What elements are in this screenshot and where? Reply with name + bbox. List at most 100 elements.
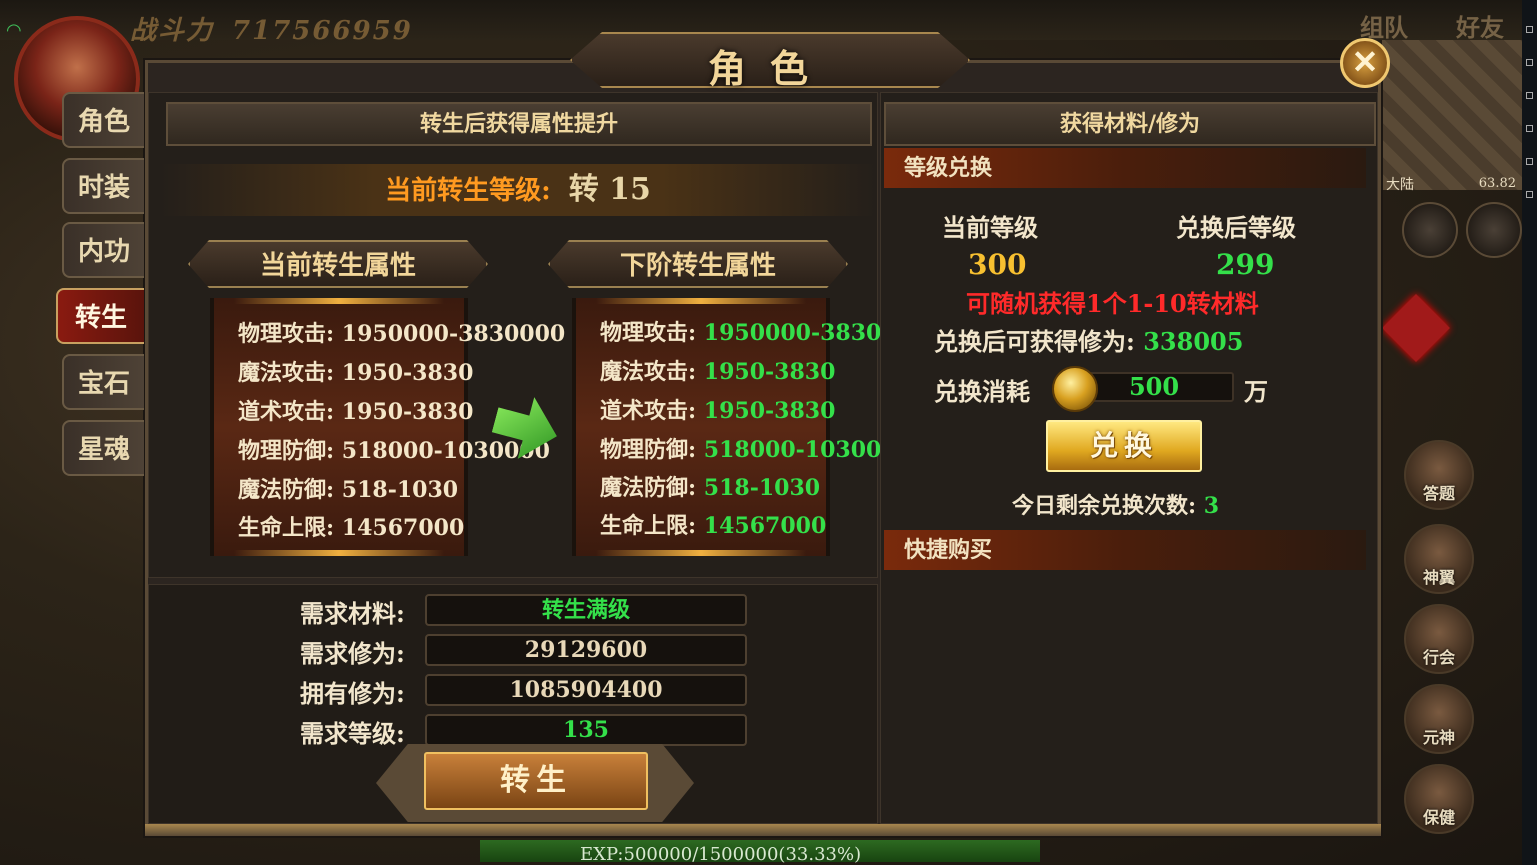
next-attr-title: 下阶转生属性 <box>548 240 848 288</box>
attr-key: 生命上限: <box>238 515 335 541</box>
attr-key: 魔法防御: <box>238 477 335 503</box>
cost-value: 500 <box>1074 372 1234 402</box>
attr-key: 道术攻击: <box>600 398 697 424</box>
tab-gem[interactable]: 宝石 <box>62 354 144 410</box>
attr-value: 14567000 <box>341 515 465 541</box>
rebirth-button[interactable]: 转生 <box>424 752 648 810</box>
attr-key: 物理防御: <box>600 437 697 463</box>
health-label: 保健 <box>1422 808 1455 827</box>
gain-label: 兑换后可获得修为: <box>934 327 1135 356</box>
right-system-strip <box>1522 0 1537 865</box>
current-level-value: 300 <box>968 248 1027 281</box>
spirit-button[interactable]: 元神 <box>1404 684 1474 754</box>
owned-cultivation-label: 拥有修为: <box>300 679 405 708</box>
attr-value: 518-1030 <box>703 475 821 501</box>
cost-label: 兑换消耗 <box>934 377 1030 406</box>
quick-buy-title: 快捷购买 <box>884 530 1366 570</box>
current-attr-row: 物理攻击: 1950000-3830000 <box>238 316 565 348</box>
friend-button[interactable]: 好友 <box>1456 8 1504 43</box>
gain-value: 338005 <box>1143 327 1244 356</box>
remaining-label: 今日剩余兑换次数: <box>1012 493 1197 519</box>
req-material-value: 转生满级 <box>425 594 747 626</box>
map-name: 大陆 <box>1386 177 1414 193</box>
next-attr-row: 物理攻击: 1950000-3830000 <box>600 315 927 347</box>
attr-value: 518-1030 <box>341 477 459 503</box>
exchange-panel-title: 获得材料/修为 <box>884 102 1376 146</box>
tab-character[interactable]: 角色 <box>62 92 144 148</box>
after-level-value: 299 <box>1216 248 1275 281</box>
map-coordinate: 63.82 <box>1478 176 1516 191</box>
remaining-value: 3 <box>1203 493 1220 519</box>
close-icon[interactable]: ✕ <box>1340 38 1390 88</box>
attr-key: 物理攻击: <box>600 320 697 346</box>
attr-key: 魔法攻击: <box>600 359 697 385</box>
red-diamond-icon[interactable] <box>1382 294 1450 362</box>
attr-value: 1950-3830 <box>341 360 474 386</box>
current-rebirth-level: 当前转生等级: 转 15 <box>160 164 876 216</box>
after-level-head: 兑换后等级 <box>1176 213 1296 242</box>
current-attr-row: 物理防御: 518000-1030000 <box>238 433 550 465</box>
exchange-button[interactable]: 兑换 <box>1046 420 1202 472</box>
current-attr-row: 生命上限: 14567000 <box>238 510 464 542</box>
attr-key: 魔法防御: <box>600 475 697 501</box>
gain-cultivation-row: 兑换后可获得修为: 338005 <box>934 322 1243 357</box>
window-title: 角色 <box>707 46 832 91</box>
cost-unit: 万 <box>1244 377 1268 406</box>
attr-key: 道术攻击: <box>238 399 335 425</box>
current-level-head: 当前等级 <box>942 213 1038 242</box>
tab-star-soul[interactable]: 星魂 <box>62 420 144 476</box>
req-level-label: 需求等级: <box>300 719 405 748</box>
tab-fashion[interactable]: 时装 <box>62 158 144 214</box>
minimap[interactable]: 大陆 63.82 <box>1382 40 1522 193</box>
next-attr-row: 物理防御: 518000-1030000 <box>600 432 912 464</box>
quiz-button[interactable]: 答题 <box>1404 440 1474 510</box>
next-attr-row: 魔法防御: 518-1030 <box>600 470 820 502</box>
level-exchange-title: 等级兑换 <box>884 148 1366 188</box>
wings-button[interactable]: 神翼 <box>1404 524 1474 594</box>
attr-key: 物理攻击: <box>238 321 335 347</box>
attr-value: 1950000-3830000 <box>341 321 566 347</box>
next-attr-row: 魔法攻击: 1950-3830 <box>600 354 835 386</box>
guild-button[interactable]: 行会 <box>1404 604 1474 674</box>
tab-rebirth[interactable]: 转生 <box>56 288 144 344</box>
current-attr-title: 当前转生属性 <box>188 240 488 288</box>
rebirth-section-title: 转生后获得属性提升 <box>166 102 872 146</box>
combat-power-value: 717566959 <box>232 16 413 46</box>
quiz-label: 答题 <box>1422 484 1455 503</box>
random-material-note: 可随机获得1个1-10转材料 <box>966 289 1259 318</box>
current-attr-row: 道术攻击: 1950-3830 <box>238 394 473 426</box>
window-bottom-frame <box>145 824 1381 836</box>
tab-inner-skill[interactable]: 内功 <box>62 222 144 278</box>
req-material-label: 需求材料: <box>300 599 405 628</box>
mail-icon[interactable] <box>1466 202 1522 258</box>
combat-power: 战斗力 717566959 <box>130 10 413 47</box>
exp-bar: EXP:500000/1500000(33.33%) <box>480 840 1040 865</box>
wifi-icon: ◠ <box>6 20 22 41</box>
exp-text: EXP:500000/1500000(33.33%) <box>580 844 862 865</box>
attr-key: 魔法攻击: <box>238 360 335 386</box>
req-level-value: 135 <box>425 714 747 746</box>
current-attr-row: 魔法防御: 518-1030 <box>238 472 458 504</box>
combat-power-label: 战斗力 <box>130 16 215 46</box>
guild-label: 行会 <box>1422 648 1455 667</box>
camera-icon[interactable] <box>1402 202 1458 258</box>
remaining-exchanges: 今日剩余兑换次数: 3 <box>1012 488 1219 520</box>
attr-key: 物理防御: <box>238 438 335 464</box>
attr-value: 1950-3830 <box>703 398 836 424</box>
attr-value: 14567000 <box>703 513 827 539</box>
req-cultivation-label: 需求修为: <box>300 639 405 668</box>
attr-value: 1950-3830 <box>703 359 836 385</box>
health-button[interactable]: 保健 <box>1404 764 1474 834</box>
next-attr-row: 道术攻击: 1950-3830 <box>600 393 835 425</box>
owned-cultivation-value: 1085904400 <box>425 674 747 706</box>
gold-coin-icon <box>1052 366 1098 412</box>
attr-value: 1950-3830 <box>341 399 474 425</box>
attr-key: 生命上限: <box>600 513 697 539</box>
wings-label: 神翼 <box>1422 568 1455 587</box>
attr-value: 518000-1030000 <box>341 438 550 464</box>
current-rebirth-level-value: 转 15 <box>568 172 651 207</box>
req-cultivation-value: 29129600 <box>425 634 747 666</box>
current-rebirth-level-label: 当前转生等级: <box>385 176 551 206</box>
spirit-label: 元神 <box>1422 728 1455 747</box>
current-attr-row: 魔法攻击: 1950-3830 <box>238 355 473 387</box>
